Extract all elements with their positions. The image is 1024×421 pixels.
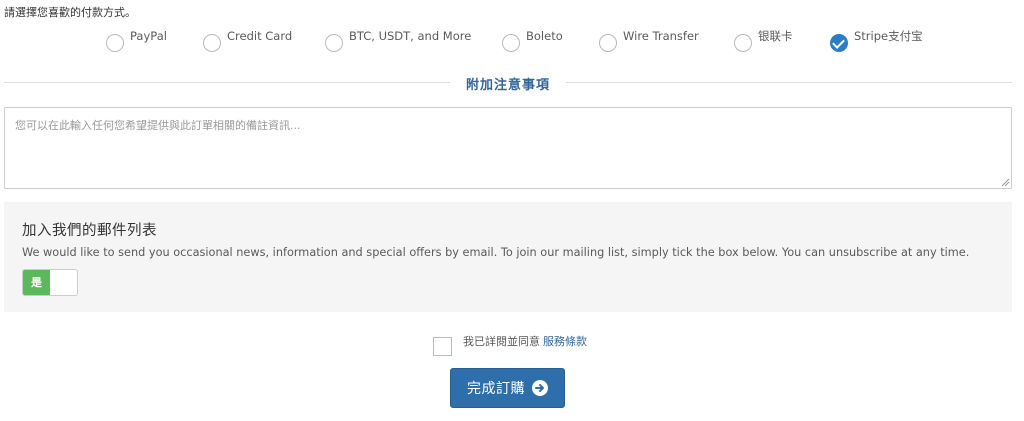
payment-option-label: PayPal: [130, 29, 167, 43]
radio-button[interactable]: [325, 33, 343, 52]
radio-button[interactable]: [203, 33, 221, 52]
radio-button[interactable]: [106, 33, 124, 52]
complete-order-label: 完成訂購: [467, 381, 525, 397]
payment-option-paypal[interactable]: PayPal: [106, 28, 167, 52]
payment-option-label: 银联卡: [758, 29, 793, 43]
order-notes-textarea[interactable]: 您可以在此輸入任何您希望提供與此訂單相關的備註資訊...: [4, 107, 1012, 189]
terms-checkbox[interactable]: [433, 336, 452, 356]
terms-of-service-link[interactable]: 服務條款: [543, 333, 587, 349]
radio-button[interactable]: [734, 33, 752, 52]
arrow-circle-right-icon: [532, 380, 548, 396]
complete-order-button[interactable]: 完成訂購: [450, 368, 565, 408]
terms-agree-text: 我已詳閱並同意: [463, 335, 540, 348]
mailing-list-title: 加入我們的郵件列表: [22, 223, 157, 239]
payment-option-boleto[interactable]: Boleto: [502, 28, 563, 52]
payment-option-credit-card[interactable]: Credit Card: [203, 28, 292, 52]
notes-section-title: 附加注意事項: [450, 74, 566, 93]
checkout-page: 請選擇您喜歡的付款方式。 PayPal Credit Card BTC, USD…: [0, 0, 1024, 421]
payment-option-label: Wire Transfer: [623, 29, 699, 43]
radio-button[interactable]: [502, 33, 520, 52]
radio-button[interactable]: [599, 33, 617, 52]
payment-method-options: PayPal Credit Card BTC, USDT, and More B…: [0, 28, 1024, 52]
payment-option-label: Credit Card: [227, 29, 293, 43]
mailing-list-panel: 加入我們的郵件列表 We would like to send you occa…: [4, 202, 1012, 312]
toggle-on-label: 是: [23, 270, 50, 295]
payment-option-unionpay[interactable]: 银联卡: [734, 28, 793, 52]
payment-option-label: Boleto: [526, 29, 563, 43]
payment-option-wire-transfer[interactable]: Wire Transfer: [599, 28, 699, 52]
payment-option-stripe-alipay[interactable]: Stripe支付宝: [830, 28, 923, 52]
payment-option-label: Stripe支付宝: [854, 29, 923, 43]
payment-option-crypto[interactable]: BTC, USDT, and More: [325, 28, 471, 52]
terms-agreement: 我已詳閱並同意 服務條款: [433, 331, 587, 356]
resize-grip-icon[interactable]: [1001, 178, 1010, 187]
notes-placeholder: 您可以在此輸入任何您希望提供與此訂單相關的備註資訊...: [15, 119, 301, 132]
mailing-list-toggle[interactable]: 是: [22, 269, 78, 296]
mailing-list-description: We would like to send you occasional new…: [22, 246, 970, 259]
payment-method-prompt: 請選擇您喜歡的付款方式。: [4, 6, 136, 19]
radio-button-checked[interactable]: [830, 33, 848, 52]
payment-option-label: BTC, USDT, and More: [349, 29, 472, 43]
